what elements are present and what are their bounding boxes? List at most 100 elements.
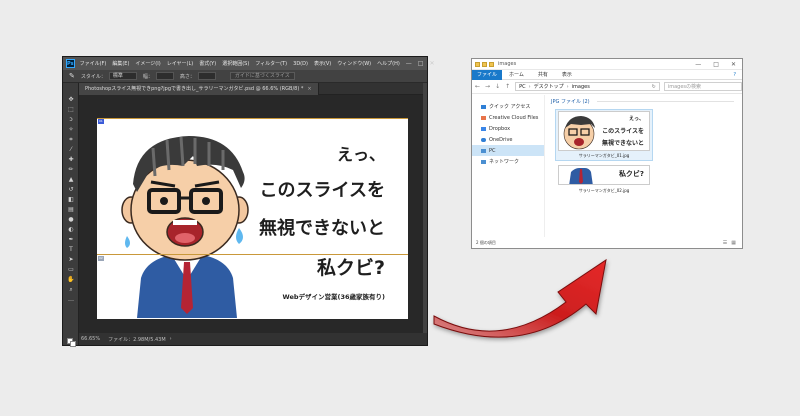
file-name-02[interactable]: サラリーマンガタビ_02.jpg (558, 188, 650, 194)
gradient-tool-icon[interactable]: ▤ (67, 207, 75, 213)
brush-tool-icon[interactable]: ✏ (67, 167, 75, 173)
width-input[interactable] (155, 72, 174, 80)
close-button[interactable]: ✕ (429, 60, 434, 67)
breadcrumb-desktop[interactable]: デスクトップ (534, 83, 564, 90)
ps-menubar: Ps ファイル(F) 編集(E) イメージ(I) レイヤー(L) 書式(Y) 選… (63, 57, 435, 70)
cloud-icon (481, 137, 486, 142)
computer-icon (481, 148, 486, 153)
menu-filter[interactable]: フィルター(T) (255, 60, 287, 67)
explorer-close-button[interactable]: ✕ (731, 61, 736, 68)
menu-layer[interactable]: レイヤー(L) (167, 60, 194, 67)
document-tab-close-icon[interactable]: × (307, 86, 311, 92)
group-divider (597, 101, 734, 102)
menu-type[interactable]: 書式(Y) (199, 60, 216, 67)
menu-window[interactable]: ウィンドウ(W) (337, 60, 371, 67)
background-color-swatch[interactable] (70, 341, 76, 347)
slice-boundary-top (97, 118, 408, 119)
menu-select[interactable]: 選択範囲(S) (222, 60, 249, 67)
slice-02-badge[interactable]: 02 (98, 256, 104, 261)
stamp-tool-icon[interactable]: ▲ (67, 177, 75, 183)
address-bar[interactable]: PC › デスクトップ › images ↻ (515, 82, 660, 91)
path-selection-icon[interactable]: ➤ (67, 257, 75, 263)
style-select[interactable]: 標準 (108, 72, 137, 80)
eyedropper-tool-icon[interactable]: ⁄ (67, 147, 75, 153)
forward-button[interactable]: → (485, 83, 490, 90)
file-thumbnail-02[interactable]: 私クビ? (558, 165, 650, 185)
thumb-01-line-1: えっ、 (628, 116, 644, 122)
ribbon-tab-view[interactable]: 表示 (555, 71, 579, 78)
explorer-address-row: ← → ↓ ↑ PC › デスクトップ › images ↻ imagesの検索 (472, 80, 742, 94)
back-button[interactable]: ← (475, 83, 480, 90)
move-tool-icon[interactable]: ✥ (67, 97, 75, 103)
status-menu-arrow-icon[interactable]: › (170, 336, 172, 342)
eraser-tool-icon[interactable]: ◧ (67, 197, 75, 203)
ribbon-tab-file[interactable]: ファイル (472, 69, 503, 80)
slice-01-badge[interactable]: 01 (98, 119, 104, 124)
lasso-tool-icon[interactable]: ↄ (67, 117, 75, 123)
dropbox-icon (481, 126, 486, 131)
artboard-canvas[interactable]: えっ、 このスライスを 無視できないと 私クビ? Webデザイン営業(36歳家族… (97, 118, 408, 319)
slices-from-guides-button[interactable]: ガイドに基づくスライス (229, 72, 295, 80)
zoom-tool-icon[interactable]: ⌕ (67, 287, 75, 293)
magic-wand-tool-icon[interactable]: ✧ (67, 127, 75, 133)
refresh-icon[interactable]: ↻ (652, 84, 656, 90)
menu-edit[interactable]: 編集(E) (112, 60, 129, 67)
height-input[interactable] (197, 72, 216, 80)
blur-tool-icon[interactable]: ● (67, 217, 75, 223)
nav-item-creative-cloud[interactable]: Creative Cloud Files (472, 112, 544, 123)
up-button[interactable]: ↑ (505, 83, 510, 90)
nav-item-network[interactable]: ネットワーク (472, 156, 544, 167)
menu-file[interactable]: ファイル(F) (80, 60, 107, 67)
minimize-button[interactable]: — (406, 60, 412, 67)
recent-locations-button[interactable]: ↓ (495, 83, 500, 90)
hand-tool-icon[interactable]: ✋ (67, 277, 75, 283)
explorer-file-area[interactable]: JPG ファイル (2) えっ、 このスライスを 無視できないと サラリーマンガ… (545, 95, 742, 237)
marquee-tool-icon[interactable]: ⬚ (67, 107, 75, 113)
history-brush-icon[interactable]: ↺ (67, 187, 75, 193)
explorer-maximize-button[interactable]: □ (713, 61, 719, 68)
crop-tool-icon[interactable]: ⌗ (67, 137, 75, 143)
menu-help[interactable]: ヘルプ(H) (377, 60, 400, 67)
nav-item-label: OneDrive (489, 136, 513, 143)
nav-item-label: クイック アクセス (489, 104, 531, 110)
breadcrumb-separator: › (566, 83, 569, 90)
slice-boundary-middle[interactable] (97, 254, 408, 255)
new-folder-icon[interactable] (489, 61, 494, 67)
type-tool-icon[interactable]: T (67, 247, 75, 253)
slice-tool-icon[interactable]: ✎ (69, 72, 75, 80)
group-header[interactable]: JPG ファイル (2) (551, 98, 590, 105)
item-count: 2 個の項目 (476, 239, 496, 245)
more-tools-icon[interactable]: … (67, 297, 75, 303)
nav-item-quick-access[interactable]: クイック アクセス (472, 101, 544, 112)
breadcrumb-images[interactable]: images (572, 84, 590, 90)
ps-status-bar: 66.65% ファイル：2.98M/5.43M › (79, 333, 427, 345)
file-name-01[interactable]: サラリーマンガタビ_01.jpg (558, 153, 650, 159)
menu-image[interactable]: イメージ(I) (135, 60, 160, 67)
width-label: 幅： (142, 73, 153, 80)
menu-3d[interactable]: 3D(D) (293, 61, 308, 67)
dodge-tool-icon[interactable]: ◐ (67, 227, 75, 233)
ribbon-tab-share[interactable]: 共有 (531, 71, 555, 78)
pen-tool-icon[interactable]: ✒ (67, 237, 75, 243)
maximize-button[interactable]: □ (418, 60, 424, 67)
ribbon-tab-home[interactable]: ホーム (502, 71, 531, 78)
help-icon[interactable]: ? (733, 72, 736, 78)
nav-item-onedrive[interactable]: OneDrive (472, 134, 544, 145)
breadcrumb-pc[interactable]: PC (519, 84, 526, 90)
large-icons-view-icon[interactable]: ▦ (731, 240, 736, 246)
nav-item-pc[interactable]: PC (472, 145, 544, 156)
nav-item-label: Creative Cloud Files (489, 114, 539, 121)
menu-view[interactable]: 表示(V) (314, 60, 331, 67)
healing-tool-icon[interactable]: ✚ (67, 157, 75, 163)
search-input[interactable]: imagesの検索 (663, 82, 742, 91)
explorer-window: images — □ ✕ ファイル ホーム 共有 表示 ? ← → ↓ ↑ PC… (471, 58, 743, 249)
nav-item-label: PC (489, 147, 496, 154)
zoom-level[interactable]: 66.65% (81, 336, 100, 342)
explorer-minimize-button[interactable]: — (695, 61, 701, 68)
thumb-01-line-3: 無視できないと (601, 140, 644, 147)
nav-item-dropbox[interactable]: Dropbox (472, 123, 544, 134)
rectangle-tool-icon[interactable]: ▭ (67, 267, 75, 273)
document-tab[interactable]: Photoshopスライス無視できpng?jpgで書き出し_サラリーマンガタビ.… (79, 82, 319, 95)
details-view-icon[interactable]: ☰ (723, 240, 727, 246)
properties-icon[interactable] (482, 61, 487, 67)
